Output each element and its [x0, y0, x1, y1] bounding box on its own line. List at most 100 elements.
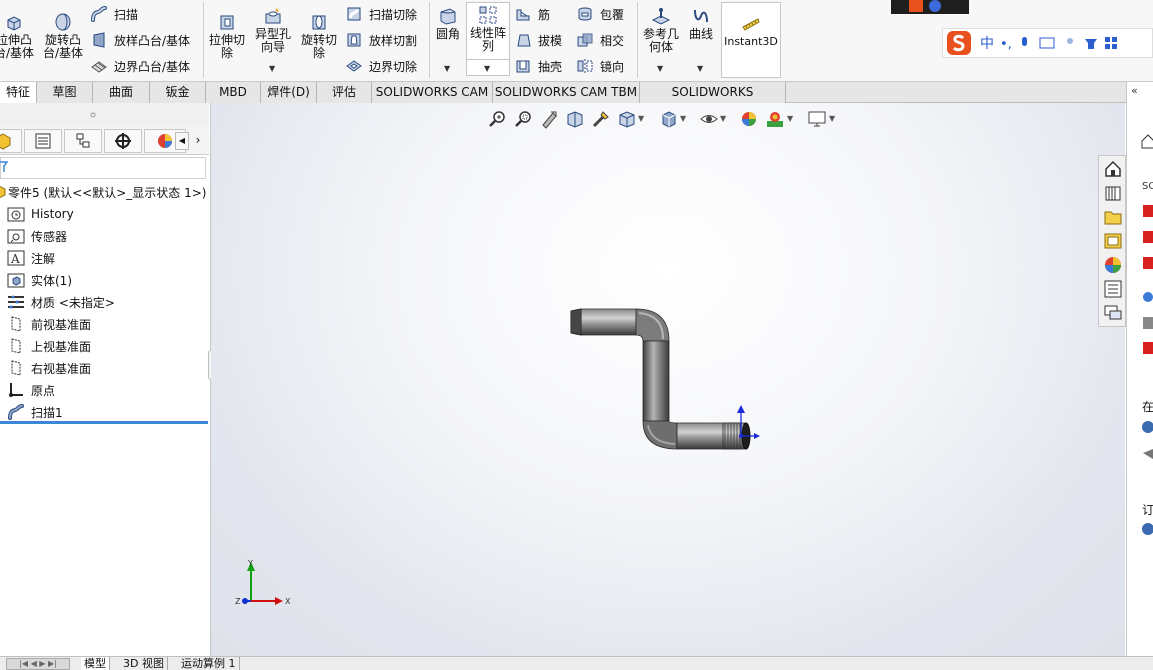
sweep-button[interactable]: 扫描 — [90, 4, 138, 24]
tab-evaluate[interactable]: 评估 — [317, 82, 372, 103]
tab-sheet-metal[interactable]: 钣金 — [150, 82, 206, 103]
tree-item-annotations[interactable]: A 注解 — [7, 247, 55, 269]
ime-tool-icons[interactable]: •, — [1000, 34, 1128, 52]
hide-show-dropdown-icon[interactable]: ▼ — [720, 114, 726, 123]
tree-item-right-plane[interactable]: 右视基准面 — [7, 357, 91, 379]
pipe-model[interactable] — [551, 293, 781, 463]
tabs-scroll-right-icon[interactable]: › — [190, 132, 206, 150]
tab-dimxpert-manager[interactable] — [104, 129, 142, 153]
tab-3d-views[interactable]: 3D 视图 — [120, 657, 168, 670]
view-palette-icon[interactable] — [1103, 231, 1123, 251]
tab-feature-tree[interactable] — [0, 129, 22, 153]
window-close-icon[interactable]: × — [1098, 103, 1111, 105]
forum-icon[interactable] — [1103, 303, 1123, 323]
section-view-icon[interactable] — [565, 109, 585, 129]
tab-scroll-arrows-icon[interactable]: |◀ ◀ ▶ ▶| — [6, 658, 70, 670]
task-pane-online-icons[interactable] — [1142, 417, 1153, 467]
apply-scene-dropdown-icon[interactable]: ▼ — [787, 114, 793, 123]
solidworks-resources-icon[interactable] — [1103, 159, 1123, 179]
tab-surfaces[interactable]: 曲面 — [93, 82, 150, 103]
custom-properties-icon[interactable] — [1103, 279, 1123, 299]
sogou-logo-icon — [947, 31, 971, 55]
tab-solidworks-cam-tbm[interactable]: SOLIDWORKS CAM TBM — [493, 82, 640, 103]
tree-item-top-plane[interactable]: 上视基准面 — [7, 335, 91, 357]
ime-lang-label[interactable]: 中 — [980, 33, 994, 53]
view-orientation-icon[interactable] — [617, 109, 637, 129]
task-pane-home-icon[interactable] — [1141, 132, 1153, 150]
task-pane-subscription-icon[interactable] — [1142, 520, 1153, 538]
task-pane-collapse-icon[interactable]: « — [1131, 84, 1138, 97]
tab-property-manager[interactable] — [24, 129, 62, 153]
view-orientation-dropdown-icon[interactable]: ▼ — [638, 114, 644, 123]
tab-motion-study[interactable]: 运动算例 1 — [178, 657, 240, 670]
rib-button[interactable]: 筋 — [514, 4, 550, 24]
linear-pattern-dropdown-icon[interactable]: ▼ — [484, 64, 490, 73]
loft-boss-button[interactable]: 放样凸台/基体 — [90, 30, 190, 50]
dynamic-annotation-icon[interactable] — [591, 109, 611, 129]
panel-grip[interactable] — [0, 103, 209, 127]
tab-model[interactable]: 模型 — [81, 657, 110, 670]
tree-item-sweep1[interactable]: 扫描1 — [7, 401, 63, 423]
tabs-scroll-left-icon[interactable]: ◀ — [175, 132, 189, 150]
zoom-to-area-icon[interactable] — [513, 109, 533, 129]
linear-pattern-button[interactable]: 线性阵 列 ▼ — [466, 2, 510, 76]
display-style-icon[interactable] — [659, 109, 679, 129]
tree-item-sensors[interactable]: 传感器 — [7, 225, 67, 247]
task-pane-resource-icons[interactable] — [1142, 202, 1153, 362]
tab-sketch[interactable]: 草图 — [37, 82, 93, 103]
curves-dropdown-icon[interactable]: ▼ — [697, 64, 703, 73]
dimxpert-icon — [115, 133, 131, 149]
feature-manager-panel: ◀ › 零件5 (默认<<默认>_显示状态 1>) History 传感器 A … — [0, 103, 211, 656]
tree-item-material[interactable]: 材质 <未指定> — [7, 291, 115, 313]
curves-button[interactable]: 曲线 — [686, 6, 716, 41]
tree-item-part[interactable]: 零件5 (默认<<默认>_显示状态 1>) — [0, 181, 206, 203]
zoom-to-fit-icon[interactable] — [487, 109, 507, 129]
ime-toolbar[interactable]: 中 •, — [942, 28, 1153, 58]
feature-tree-filter[interactable] — [0, 157, 206, 179]
boundary-cut-button[interactable]: 边界切除 — [345, 56, 417, 76]
tree-item-origin[interactable]: 原点 — [7, 379, 55, 401]
mirror-button[interactable]: 镜向 — [576, 56, 624, 76]
view-settings-dropdown-icon[interactable]: ▼ — [829, 114, 835, 123]
hole-wizard-dropdown-icon[interactable]: ▼ — [269, 64, 275, 73]
rollback-bar[interactable] — [0, 421, 208, 424]
wrap-button[interactable]: 包覆 — [576, 4, 624, 24]
tree-item-solid-bodies[interactable]: 实体(1) — [7, 269, 72, 291]
revolve-boss-button[interactable]: 旋转凸 台/基体 — [40, 12, 86, 60]
tab-features[interactable]: 特征 — [0, 82, 37, 104]
edit-appearance-icon[interactable] — [739, 109, 759, 129]
hole-wizard-button[interactable]: 异型孔 向导 — [252, 6, 294, 54]
tab-weldments[interactable]: 焊件(D) — [261, 82, 317, 103]
reference-geometry-dropdown-icon[interactable]: ▼ — [657, 64, 663, 73]
display-style-dropdown-icon[interactable]: ▼ — [680, 114, 686, 123]
reference-geometry-button[interactable]: 参考几 何体 — [640, 6, 682, 54]
tab-solidworks-inspection[interactable]: SOLIDWORKS Inspection — [640, 82, 786, 119]
sweep-cut-button[interactable]: 扫描切除 — [345, 4, 417, 24]
revolve-cut-button[interactable]: 旋转切 除 — [298, 12, 340, 60]
apply-scene-icon[interactable] — [765, 109, 785, 129]
tree-item-front-plane[interactable]: 前视基准面 — [7, 313, 91, 335]
tab-configuration-manager[interactable] — [64, 129, 102, 153]
design-library-icon[interactable] — [1103, 183, 1123, 203]
extrude-boss-icon — [7, 16, 21, 31]
view-settings-icon[interactable] — [807, 109, 827, 129]
boundary-boss-button[interactable]: 边界凸台/基体 — [90, 56, 190, 76]
intersect-button[interactable]: 相交 — [576, 30, 624, 50]
extrude-cut-button[interactable]: 拉伸切 除 — [206, 12, 248, 60]
loft-cut-button[interactable]: 放样切割 — [345, 30, 417, 50]
hide-show-items-icon[interactable] — [699, 109, 719, 129]
instant3d-button[interactable]: Instant3D — [721, 2, 781, 78]
tab-mbd[interactable]: MBD — [206, 82, 261, 103]
graphics-area[interactable]: ▼ ▼ ▼ ▼ ▼ ▯ ▯ — ❐ × — [211, 103, 1125, 656]
filter-funnel-icon[interactable] — [0, 160, 9, 174]
fillet-button[interactable]: 圆角 — [432, 6, 464, 41]
draft-button[interactable]: 拔模 — [514, 30, 562, 50]
previous-view-icon[interactable] — [539, 109, 559, 129]
file-explorer-icon[interactable] — [1103, 207, 1123, 227]
appearances-icon[interactable] — [1103, 255, 1123, 275]
tab-solidworks-cam[interactable]: SOLIDWORKS CAM — [372, 82, 493, 103]
tree-item-history[interactable]: History — [7, 203, 74, 225]
fillet-dropdown-icon[interactable]: ▼ — [444, 64, 450, 73]
extrude-boss-button[interactable]: 拉伸凸 台/基体 — [0, 12, 36, 60]
shell-button[interactable]: 抽壳 — [514, 56, 562, 76]
